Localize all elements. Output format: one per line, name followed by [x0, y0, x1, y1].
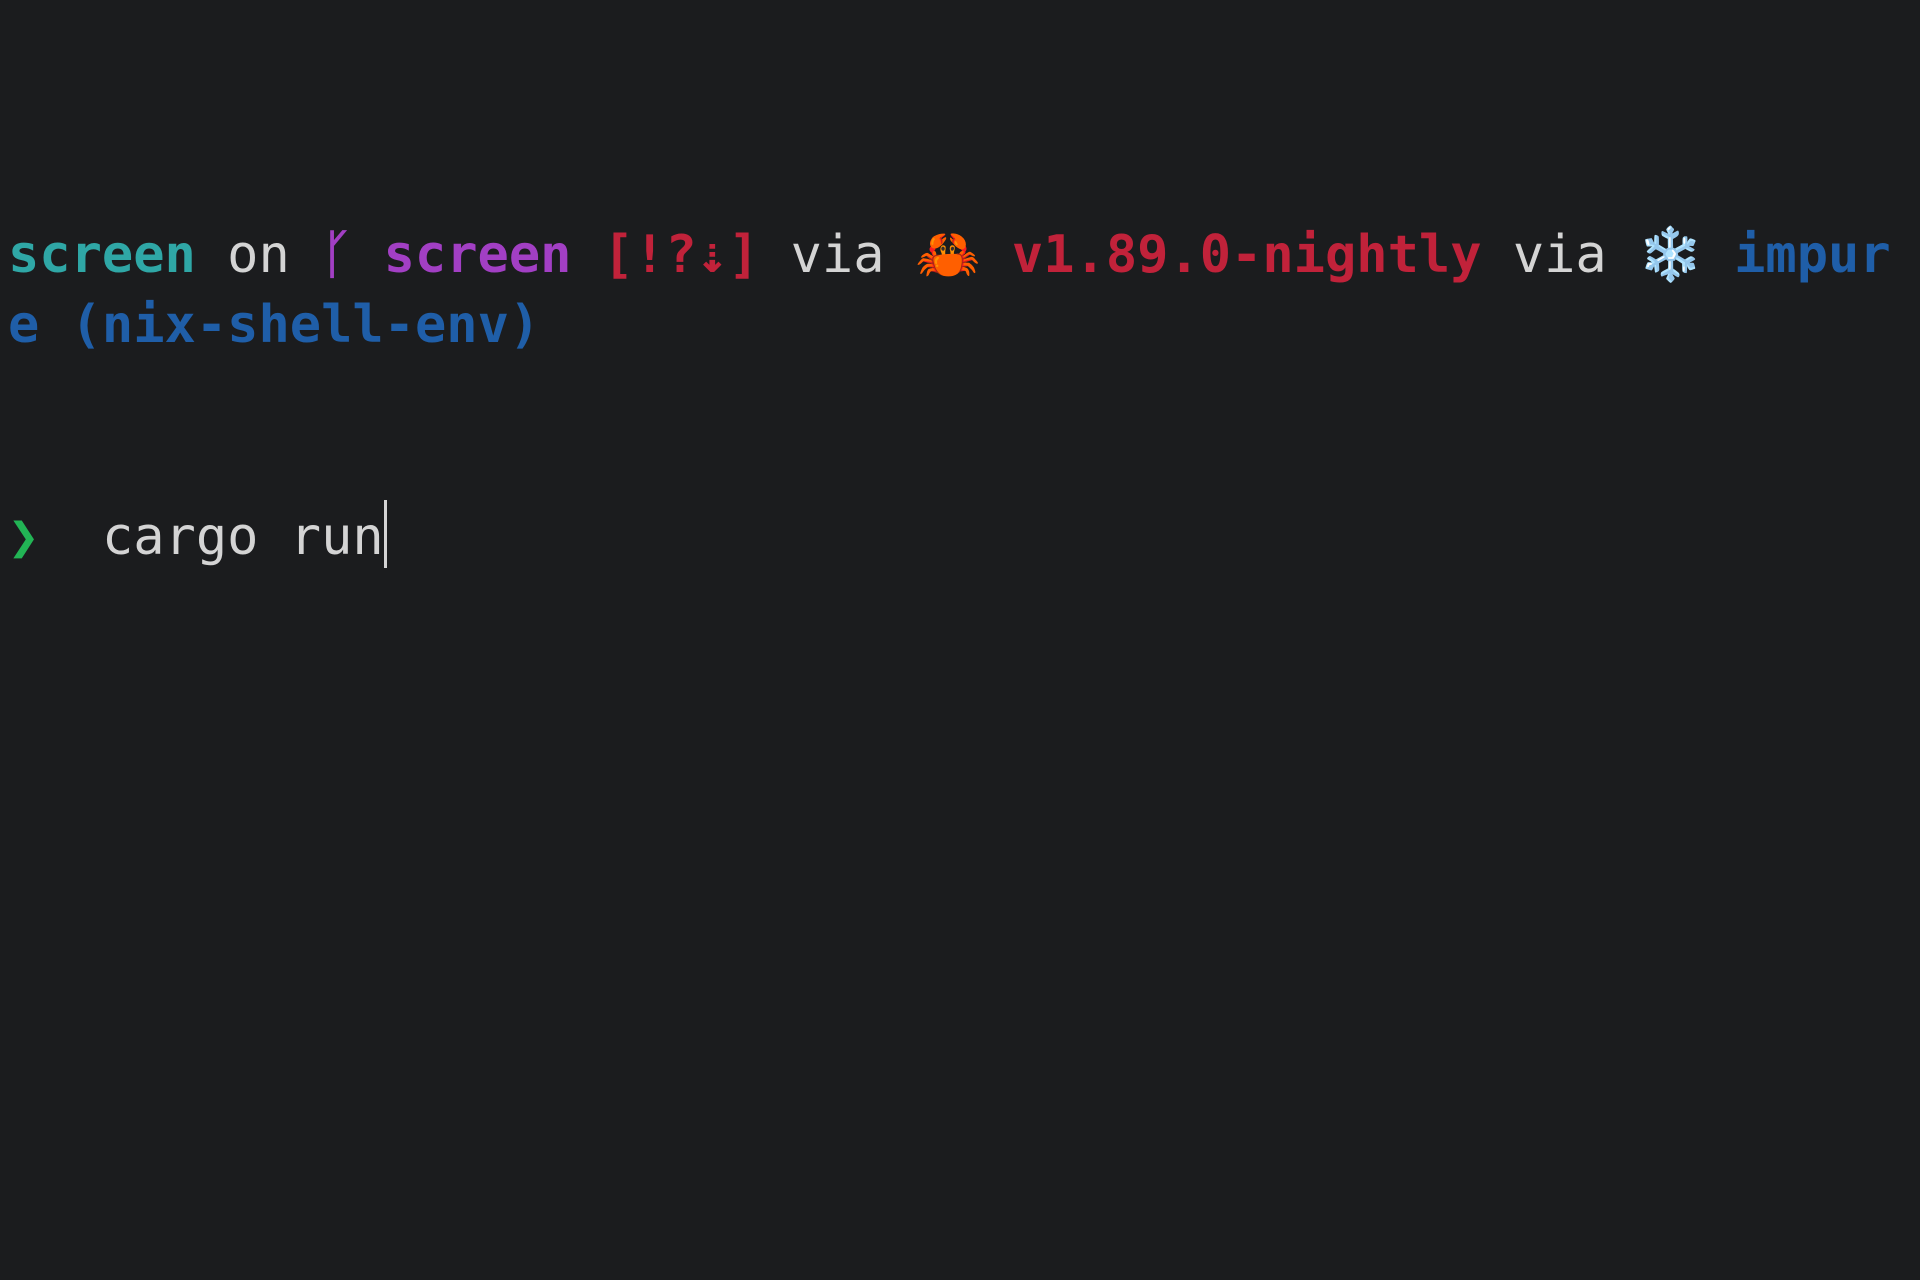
prompt-git-branch: screen	[383, 225, 572, 285]
prompt-directory: screen	[8, 225, 196, 285]
command-input[interactable]: cargo run	[102, 507, 384, 567]
prompt-via-word-1: via	[759, 225, 916, 285]
prompt-via-word-2: via	[1481, 225, 1639, 285]
crab-icon: 🦀	[915, 225, 981, 285]
prompt-git-status: [!?⇣]	[602, 225, 760, 285]
prompt-symbol: ❯	[8, 507, 40, 567]
text-cursor	[383, 500, 387, 568]
prompt-rust-version: v1.89.0-nightly	[1011, 225, 1482, 285]
terminal-window[interactable]: screen on ᚴ screen [!?⇣] via 🦀 v1.89.0-n…	[0, 0, 1920, 1280]
snowflake-icon: ❄️	[1638, 225, 1703, 285]
prompt-on-word: on	[195, 225, 322, 285]
command-line[interactable]: ❯ cargo run	[8, 500, 1912, 572]
prompt-line: screen on ᚴ screen [!?⇣] via 🦀 v1.89.0-n…	[8, 220, 1912, 360]
git-branch-icon: ᚴ	[321, 225, 353, 285]
